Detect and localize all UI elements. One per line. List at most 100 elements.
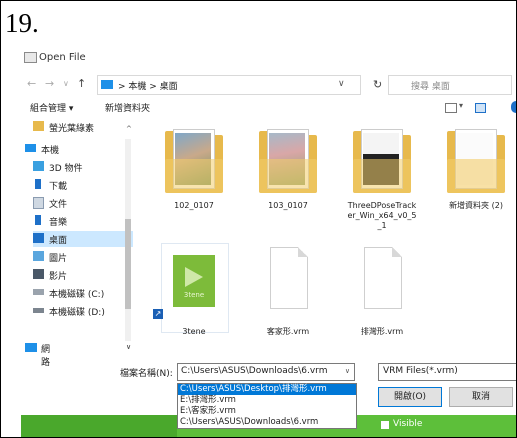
folder-icon [165,129,223,193]
help-icon[interactable] [511,101,516,113]
background-label: Visible [393,419,423,429]
address-bar[interactable]: > 本機 > 桌面 ∨ [97,75,361,95]
address-path: > 本機 > 桌面 [118,82,178,92]
drive-icon [33,308,44,313]
view-dropdown-icon[interactable]: ▾ [459,101,463,110]
cube-icon [33,161,44,171]
filetype-select[interactable]: VRM Files(*.vrm) [378,363,516,381]
address-row: ← → ∨ ↑ > 本機 > 桌面 ∨ ↻ 搜尋 桌面 [21,73,516,97]
file-name: 102_0107 [174,201,214,210]
history-option[interactable]: C:\Users\ASUS\Desktop\排灣形.vrm [178,384,356,395]
chevron-down-icon[interactable]: ∨ [338,79,345,89]
3tene-app-icon: 3tene [173,255,215,307]
document-icon [364,247,402,309]
open-button[interactable]: 開啟(O) [378,387,442,407]
folder-icon [33,121,44,131]
back-arrow-icon[interactable]: ← [27,77,36,90]
checkbox-icon [381,421,389,429]
shortcut-arrow-icon: ↗ [153,309,163,319]
file-list: 102_0107 103_0107 ThreeDPoseTracker_Win_… [151,125,516,343]
background-left-bar [21,415,177,437]
sidebar-item-label: 桌面 [49,236,68,246]
tutorial-frame: 19. Open File ← → ∨ ↑ > 本機 > 桌面 ∨ ↻ 搜尋 桌… [0,0,517,438]
sidebar-item-label: 下載 [49,182,68,192]
new-folder-button[interactable]: 新增資料夾 [105,101,150,114]
computer-icon [101,80,113,89]
file-item-folder[interactable]: 103_0107 [245,125,331,225]
history-option[interactable]: C:\Users\ASUS\Downloads\6.vrm [178,417,356,428]
history-option[interactable]: E:\排灣形.vrm [178,395,356,406]
desktop-icon [33,233,44,243]
organize-button[interactable]: 組合管理 ▾ [30,101,73,114]
file-item-folder[interactable]: 102_0107 [151,125,237,225]
drive-icon [33,289,44,295]
preview-pane-icon[interactable] [475,103,486,113]
sidebar-item-label: 音樂 [49,218,68,228]
sidebar-item-drive-d[interactable]: 本機磁碟 (D:) [33,303,133,319]
network-icon [25,343,37,352]
navigation-pane: ^ 螢光葉綠素 本機 3D 物件 下載 文件 音樂 桌面 圖片 影片 本機磁碟 … [21,119,139,355]
view-options-icon[interactable] [445,103,457,113]
file-item-shortcut[interactable]: 3tene ↗ 3tene [151,243,237,343]
picture-icon [33,251,44,261]
sidebar-item-desktop[interactable]: 桌面 [33,231,133,247]
up-arrow-icon[interactable]: ↑ [77,77,86,90]
file-name: ThreeDPoseTracker_Win_x64_v0_5_1 [347,201,417,230]
sidebar-item-label: 圖片 [49,254,68,264]
sidebar-item-drive-c[interactable]: 本機磁碟 (C:) [33,285,133,301]
cancel-button[interactable]: 取消 [449,387,513,407]
recent-locations-icon[interactable]: ∨ [63,79,69,88]
file-name: 103_0107 [268,201,308,210]
command-bar: 組合管理 ▾ 新增資料夾 ▾ [21,99,516,117]
refresh-icon[interactable]: ↻ [373,78,382,91]
video-icon [33,269,44,279]
sidebar-item-label: 文件 [49,200,68,210]
sidebar-item-label: 本機 [41,146,60,156]
history-option[interactable]: E:\客家形.vrm [178,406,356,417]
chevron-down-icon[interactable]: ∨ [345,367,350,375]
sidebar-item-pictures[interactable]: 圖片 [33,249,133,265]
file-item-vrm[interactable]: 客家形.vrm [245,243,331,343]
document-icon [33,197,44,209]
sidebar-item-music[interactable]: 音樂 [33,213,133,229]
scrollbar-thumb[interactable] [125,219,131,309]
sidebar-item-this-pc[interactable]: 本機 [25,141,125,157]
file-item-folder[interactable]: ThreeDPoseTracker_Win_x64_v0_5_1 [339,125,425,230]
app-icon-text: 3tene [183,291,205,299]
music-icon [35,215,41,225]
forward-arrow-icon[interactable]: → [45,77,54,90]
file-item-folder[interactable]: 新增資料夾 (2) [433,125,516,225]
step-number: 19. [5,8,39,38]
dialog-title: Open File [39,52,86,63]
file-item-vrm[interactable]: 排灣形.vrm [339,243,425,343]
document-icon [270,247,308,309]
filetype-value: VRM Files(*.vrm) [383,366,458,376]
folder-icon [259,129,317,193]
app-icon [24,52,37,63]
scroll-down-icon[interactable]: ∨ [126,343,131,351]
filename-label: 檔案名稱(N): [120,369,173,379]
filename-value: C:\Users\ASUS\Downloads\6.vrm [181,366,328,376]
search-input[interactable]: 搜尋 桌面 [388,75,512,95]
file-name: 新增資料夾 (2) [449,201,503,210]
filename-history-dropdown[interactable]: C:\Users\ASUS\Desktop\排灣形.vrm E:\排灣形.vrm… [177,383,357,429]
folder-icon [447,129,505,193]
sidebar-item-downloads[interactable]: 下載 [33,177,133,193]
search-placeholder: 搜尋 桌面 [411,82,450,92]
sidebar-item-videos[interactable]: 影片 [33,267,133,283]
folder-icon [353,129,411,193]
sidebar-item-3d-objects[interactable]: 3D 物件 [33,159,133,175]
sidebar-item-documents[interactable]: 文件 [33,195,133,211]
sidebar-item-label: 本機磁碟 (D:) [49,308,105,318]
file-name: 排灣形.vrm [360,327,404,336]
open-file-dialog: Open File ← → ∨ ↑ > 本機 > 桌面 ∨ ↻ 搜尋 桌面 組合… [21,47,516,437]
filename-row: 檔案名稱(N): C:\Users\ASUS\Downloads\6.vrm ∨… [21,361,516,383]
sidebar-item-label: 螢光葉綠素 [49,124,95,134]
sidebar-item-label: 本機磁碟 (C:) [49,290,105,300]
dialog-titlebar: Open File [21,47,516,69]
sidebar-item-label: 3D 物件 [49,164,83,174]
filename-input[interactable]: C:\Users\ASUS\Downloads\6.vrm ∨ [177,363,355,381]
sidebar-item-folder[interactable]: 螢光葉綠素 [33,119,133,135]
sidebar-item-label: 影片 [49,272,68,282]
file-name: 3tene [182,327,206,336]
